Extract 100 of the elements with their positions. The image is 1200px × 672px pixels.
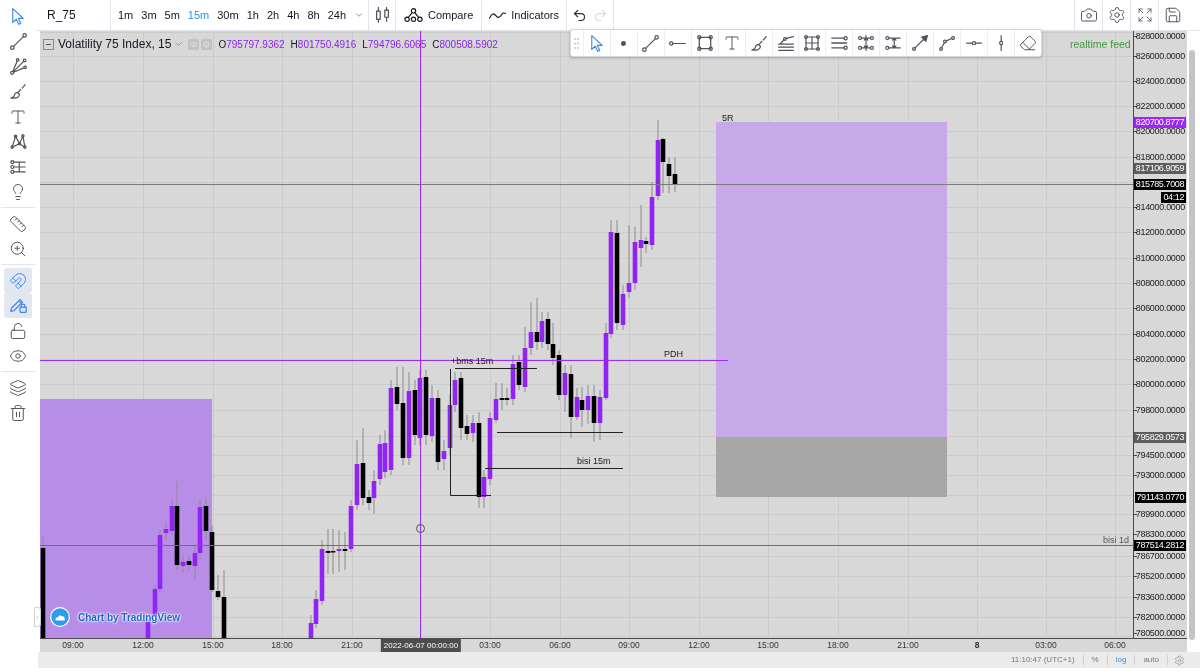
drag-handle-icon[interactable] xyxy=(574,37,580,49)
price-label: 800000.0000 xyxy=(1135,379,1185,389)
symbol-title: Volatility 75 Index, 15 xyxy=(58,36,172,53)
horizontal-segment-icon[interactable] xyxy=(966,40,983,46)
price-label: 814000.0000 xyxy=(1135,202,1185,212)
price-label: 794500.0000 xyxy=(1135,450,1185,460)
price-label: 806000.0000 xyxy=(1135,303,1185,313)
time-label: 03:00 xyxy=(1035,640,1057,651)
interval-tab[interactable]: 3m xyxy=(137,0,161,30)
scale-option[interactable]: auto xyxy=(1135,652,1167,668)
save-icon[interactable] xyxy=(1163,6,1182,24)
zoom-in-icon[interactable] xyxy=(9,239,27,258)
camera-icon[interactable] xyxy=(1079,6,1098,24)
price-tag: 04:12 xyxy=(1161,191,1186,203)
compare-icon[interactable] xyxy=(404,8,423,22)
grid-box-icon[interactable] xyxy=(804,35,821,51)
price-tag: 820700.8777 xyxy=(1133,116,1186,128)
price-label: 828000.0000 xyxy=(1135,31,1185,41)
interval-tab[interactable]: 1h xyxy=(242,0,263,30)
parallel-lines-icon[interactable] xyxy=(830,36,848,50)
layers-icon[interactable] xyxy=(9,378,27,397)
zigzag-pattern-icon[interactable] xyxy=(9,134,27,149)
text-icon[interactable] xyxy=(722,34,741,52)
arrow-icon[interactable] xyxy=(912,35,929,51)
time-label: 03:00 xyxy=(479,640,501,651)
brush-icon[interactable] xyxy=(10,84,26,99)
price-tag: 795829.0573 xyxy=(1133,431,1186,443)
chart-area[interactable] xyxy=(40,31,1187,638)
price-label: 798000.0000 xyxy=(1135,405,1185,415)
crosshair-circle-icon xyxy=(416,524,425,533)
range-bars-icon[interactable] xyxy=(858,35,875,51)
interval-tab[interactable]: 5m xyxy=(160,0,184,30)
price-label: 818000.0000 xyxy=(1135,152,1185,162)
rectangle-icon[interactable] xyxy=(696,35,713,51)
interval-tab[interactable]: 30m xyxy=(213,0,243,30)
vertical-segment-icon[interactable] xyxy=(998,35,1004,51)
drawing-label: PDH xyxy=(664,348,683,360)
fan-lines-icon[interactable] xyxy=(9,58,27,75)
price-label: 802000.0000 xyxy=(1135,354,1185,364)
price-label: 812000.0000 xyxy=(1135,227,1185,237)
time-label: 06:00 xyxy=(549,640,571,651)
candlestick-icon[interactable] xyxy=(375,7,389,23)
horizontal-line[interactable] xyxy=(454,368,538,369)
time-label: 09:00 xyxy=(618,640,640,651)
corner-line[interactable] xyxy=(450,368,492,496)
level-lines-icon[interactable] xyxy=(10,159,26,174)
ohlc-label: L xyxy=(362,37,368,52)
scrollbar[interactable] xyxy=(1189,50,1195,640)
time-label: 18:00 xyxy=(271,640,293,651)
logo-icon[interactable] xyxy=(50,607,70,627)
interval-tab[interactable]: 4h xyxy=(283,0,304,30)
time-label: 21:00 xyxy=(897,640,919,651)
trash-icon[interactable] xyxy=(9,403,27,422)
interval-tab[interactable]: 8h xyxy=(303,0,324,30)
time-label: 18:00 xyxy=(827,640,849,651)
price-label: 782000.0000 xyxy=(1135,612,1185,622)
feed-status: realtime feed xyxy=(1070,37,1131,51)
fullscreen-icon[interactable] xyxy=(1136,7,1153,23)
price-tag: 791143.0770 xyxy=(1134,491,1186,503)
indicators-button[interactable]: Indicators xyxy=(482,0,566,30)
scale-option[interactable]: % xyxy=(1083,652,1107,668)
wave-icon[interactable] xyxy=(489,11,507,19)
interval-tab[interactable]: 24h xyxy=(323,0,350,30)
brush-icon[interactable] xyxy=(750,35,767,51)
time-label: 15:00 xyxy=(757,640,779,651)
ohlc-value: 801750.4916 xyxy=(297,37,357,52)
text-icon[interactable] xyxy=(9,107,27,126)
horizontal-ray-icon[interactable] xyxy=(669,40,687,46)
clock-text: 11:10:47 (UTC+1) xyxy=(1009,654,1076,666)
polyline-icon[interactable] xyxy=(939,35,956,51)
range-rectangle[interactable] xyxy=(40,399,212,638)
price-label: 780500.0000 xyxy=(1135,628,1185,638)
trend-line-icon[interactable] xyxy=(9,33,27,50)
price-tag: 817106.9059 xyxy=(1133,162,1186,174)
settings-icon[interactable] xyxy=(1107,6,1126,24)
undo-icon[interactable] xyxy=(571,7,587,23)
interval-tab[interactable]: 2h xyxy=(262,0,284,30)
pencil-lock-icon[interactable] xyxy=(9,298,27,313)
range-lines-icon[interactable] xyxy=(885,36,902,50)
collapse-icon[interactable] xyxy=(43,38,54,50)
time-label: 12:00 xyxy=(132,640,154,651)
cursor-icon[interactable] xyxy=(12,8,24,25)
time-label: 15:00 xyxy=(202,640,224,651)
price-label: 820000.0000 xyxy=(1135,126,1185,136)
ruler-icon[interactable] xyxy=(9,214,27,233)
trend-line-icon[interactable] xyxy=(642,34,660,52)
interval-tab[interactable]: 1m xyxy=(114,0,138,30)
fib-levels-icon[interactable] xyxy=(777,35,794,51)
compare-button[interactable]: Compare xyxy=(396,0,482,30)
dot-icon[interactable] xyxy=(621,40,627,46)
drawing-label: 5R xyxy=(722,112,734,124)
price-label: 822000.0000 xyxy=(1135,101,1185,111)
price-label: 826000.0000 xyxy=(1135,51,1185,61)
symbol-field[interactable]: R_75 xyxy=(36,0,110,30)
eraser-icon[interactable] xyxy=(1018,34,1037,52)
price-axis[interactable] xyxy=(1133,31,1187,638)
cursor-icon[interactable] xyxy=(590,34,603,52)
price-label: 783600.0000 xyxy=(1135,592,1185,602)
time-label: 12:00 xyxy=(688,640,710,651)
open-lock-icon[interactable] xyxy=(9,321,27,340)
